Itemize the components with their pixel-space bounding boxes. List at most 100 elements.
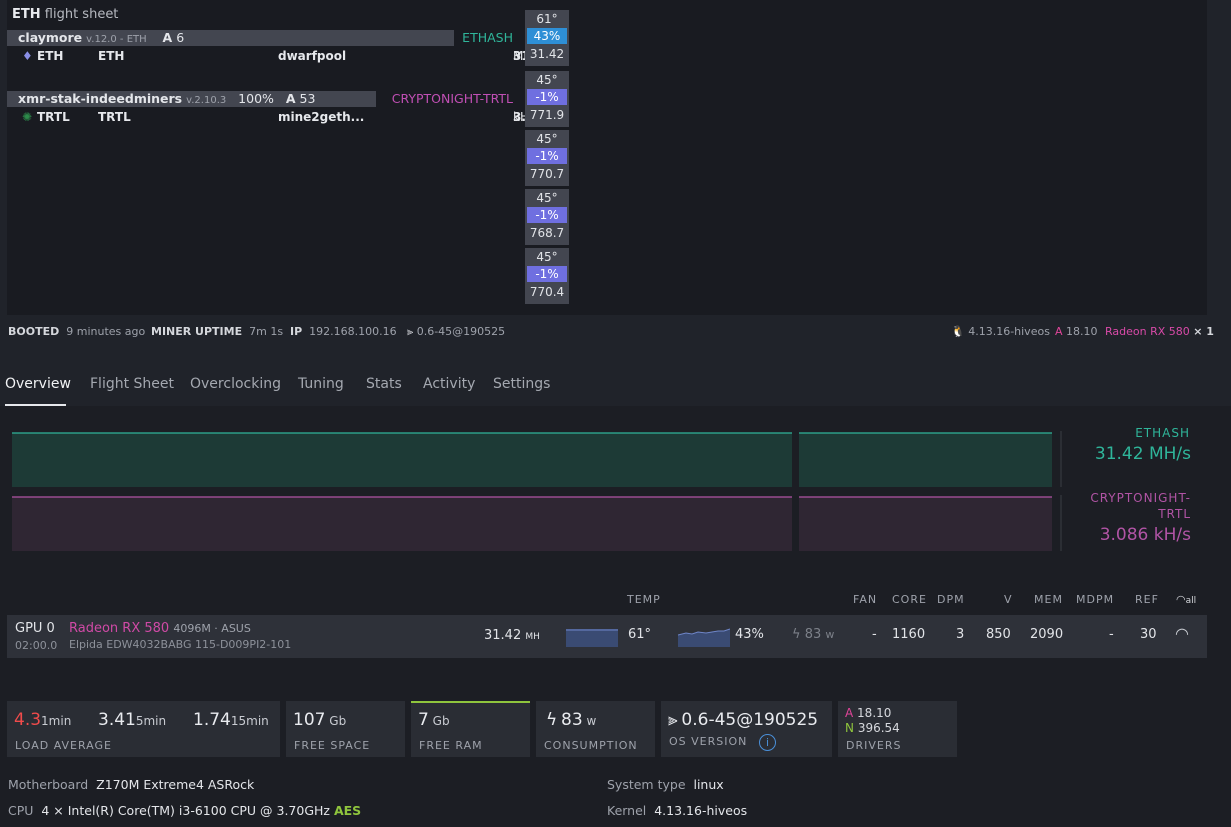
ethash-chart-area-right bbox=[799, 433, 1052, 487]
accepted-count: 53 bbox=[299, 91, 316, 106]
coin-name: ETH bbox=[37, 49, 64, 63]
col-header-voltage: V bbox=[1004, 593, 1013, 606]
os-version-card: ⫸ 0.6-45@190525 OS VERSION i bbox=[661, 701, 832, 757]
miner-name: xmr-stak-indeedminers bbox=[18, 91, 183, 106]
amd-driver-prefix: A bbox=[845, 706, 854, 720]
gpu-power: ϟ 83 w bbox=[792, 627, 835, 642]
gpu-hashrate: 31.42 MH bbox=[484, 628, 540, 643]
system-type-info: System type linux bbox=[607, 777, 724, 792]
cpu-info: CPU 4 × Intel(R) Core(TM) i3-6100 CPU @ … bbox=[8, 803, 362, 818]
amd-driver-version: 18.10 bbox=[857, 706, 892, 720]
flight-sheet-title[interactable]: ETH flight sheet bbox=[12, 7, 118, 22]
gpu-hash: 31.42 bbox=[529, 47, 565, 61]
hive-version-status: ⫸ 0.6-45@190525 bbox=[407, 325, 506, 338]
aes-badge: AES bbox=[333, 803, 362, 818]
coin-name: TRTL bbox=[37, 110, 70, 124]
tab-stats[interactable]: Stats bbox=[366, 376, 402, 392]
col-header-dpm: DPM bbox=[937, 593, 965, 606]
consumption-value: 83 bbox=[561, 710, 583, 730]
miner-name: claymore bbox=[18, 30, 83, 45]
flight-sheet-coin: ETH bbox=[12, 7, 41, 22]
gpu-fan-value: 43% bbox=[735, 627, 764, 642]
gpu-temp: 61° bbox=[536, 12, 558, 26]
tab-activity[interactable]: Activity bbox=[423, 376, 475, 392]
miner-algo-ethash: ETHASH bbox=[462, 30, 513, 45]
col-header-temp: TEMP bbox=[627, 593, 661, 606]
gpu-box[interactable]: 45° -1% 768.7 bbox=[525, 189, 569, 245]
gpu-hash: 771.9 bbox=[529, 108, 565, 122]
miner-uptime-status: MINER UPTIME 7m 1s bbox=[151, 325, 284, 338]
load-15min: 1.74 bbox=[193, 710, 231, 730]
temp-sparkline-fill bbox=[566, 629, 618, 647]
gpu-temp: 45° bbox=[536, 191, 558, 205]
consumption-label: CONSUMPTION bbox=[544, 739, 638, 752]
cryptonight-hashrate-chart bbox=[12, 495, 1062, 551]
temp-sparkline bbox=[566, 629, 618, 647]
linux-icon: 🐧 bbox=[951, 325, 965, 338]
gpu-ref: 30 bbox=[1140, 627, 1157, 642]
gpu-box[interactable]: 61° 43% 31.42 bbox=[525, 10, 569, 66]
gpu-temp-value: 61° bbox=[628, 627, 652, 642]
free-space-card: 107 Gb FREE SPACE bbox=[286, 701, 405, 757]
gpu-model: Radeon RX 580 bbox=[69, 621, 170, 636]
col-header-fan: FAN bbox=[853, 593, 878, 606]
tab-tuning[interactable]: Tuning bbox=[298, 376, 344, 392]
gpu-fan: 43% bbox=[527, 28, 567, 44]
gpu-box[interactable]: 45° -1% 770.4 bbox=[525, 248, 569, 304]
lightning-icon: ϟ bbox=[792, 627, 801, 642]
free-space-value: 107 bbox=[293, 710, 326, 730]
gpu-fan: -1% bbox=[527, 266, 567, 282]
coin-row-eth: ♦ ETH ETH dwarfpool 31.42 MH bbox=[22, 49, 551, 63]
gpu-summary-status: Radeon RX 580 × 1 bbox=[1105, 325, 1214, 338]
load-average-card: 4.31min 3.415min 1.7415min LOAD AVERAGE bbox=[7, 701, 280, 757]
load-1min: 4.3 bbox=[14, 710, 42, 730]
accepted-label: A bbox=[162, 30, 173, 45]
cryptonight-chart-area-right bbox=[799, 497, 1052, 551]
gpu-fan: -1% bbox=[527, 89, 567, 105]
all-gpus-tuning-button[interactable]: ◠all bbox=[1176, 593, 1196, 606]
drivers-card: A 18.10 N 396.54 DRIVERS bbox=[838, 701, 957, 757]
ethash-chart-label: ETHASH bbox=[1135, 426, 1190, 440]
gpu-box[interactable]: 45° -1% 771.9 bbox=[525, 71, 569, 127]
free-ram-label: FREE RAM bbox=[419, 739, 483, 752]
tab-flight-sheet[interactable]: Flight Sheet bbox=[90, 376, 174, 392]
accepted-label: A bbox=[285, 91, 296, 106]
gpu-box[interactable]: 45° -1% 770.7 bbox=[525, 130, 569, 186]
load-average-label: LOAD AVERAGE bbox=[15, 739, 112, 752]
os-version-label: OS VERSION bbox=[669, 735, 748, 748]
tab-overclocking[interactable]: Overclocking bbox=[190, 376, 281, 392]
hive-logo-icon: ⫸ bbox=[407, 325, 414, 338]
free-space-label: FREE SPACE bbox=[294, 739, 371, 752]
miner-version: v.12.0 - ETH bbox=[86, 34, 147, 45]
gpu-mem-info: 4096M · ASUS bbox=[173, 622, 251, 635]
gpu-tuning-speedometer-icon[interactable]: ◠ bbox=[1175, 624, 1189, 643]
gpu-mdpm: - bbox=[1109, 627, 1114, 642]
tab-overview[interactable]: Overview bbox=[5, 376, 71, 392]
tab-settings[interactable]: Settings bbox=[493, 376, 550, 392]
gpu-temp: 45° bbox=[536, 250, 558, 264]
nvidia-driver-version: 396.54 bbox=[857, 721, 900, 735]
ip-status: IP 192.168.100.16 bbox=[290, 325, 397, 338]
gpu-temp: 45° bbox=[536, 132, 558, 146]
gpu-voltage: 850 bbox=[986, 627, 1011, 642]
booted-status: BOOTED 9 minutes ago bbox=[8, 325, 146, 338]
turtlecoin-icon: ✺ bbox=[22, 110, 33, 124]
drivers-label: DRIVERS bbox=[846, 739, 902, 752]
gpu-bus-id: 02:00.0 bbox=[15, 639, 58, 652]
gpu-mem-clock: 2090 bbox=[1030, 627, 1064, 642]
info-icon[interactable]: i bbox=[759, 734, 776, 751]
ethash-chart-value: 31.42 MH/s bbox=[1094, 444, 1191, 464]
ethash-chart-area-left bbox=[12, 433, 792, 487]
miner-bar-xmr-stak[interactable]: xmr-stak-indeedminers v.2.10.3 100% A 53 bbox=[7, 91, 376, 107]
speedometer-icon: ◠ bbox=[1176, 593, 1186, 606]
gpu-index: GPU 0 bbox=[15, 621, 55, 636]
miner-extra: 100% bbox=[238, 91, 274, 106]
nvidia-driver-prefix: N bbox=[845, 721, 854, 735]
pool-name: mine2geth... bbox=[278, 110, 365, 124]
flight-sheet-title-text: flight sheet bbox=[44, 7, 119, 22]
flight-sheet-panel bbox=[7, 0, 1207, 315]
gpu-model-line: Radeon RX 580 4096M · ASUS bbox=[69, 621, 251, 636]
os-version-value: 0.6-45@190525 bbox=[681, 710, 819, 730]
col-header-mdpm: MDPM bbox=[1076, 593, 1115, 606]
gpu-mem-detail: Elpida EDW4032BABG 115-D009PI2-101 bbox=[69, 638, 292, 651]
